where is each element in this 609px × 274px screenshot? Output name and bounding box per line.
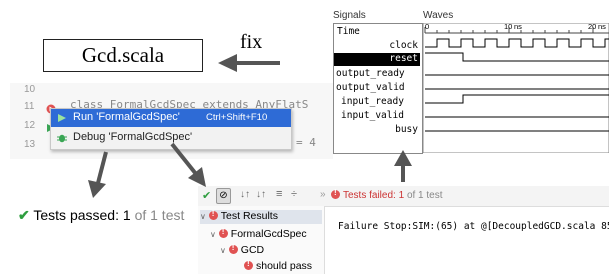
passed-arrow	[96, 151, 108, 184]
wave-arrowhead	[394, 150, 412, 166]
fix-arrowhead	[218, 54, 237, 72]
arrows-overlay	[88, 54, 412, 198]
runner-arrow	[170, 142, 198, 176]
passed-arrowhead	[88, 180, 106, 198]
